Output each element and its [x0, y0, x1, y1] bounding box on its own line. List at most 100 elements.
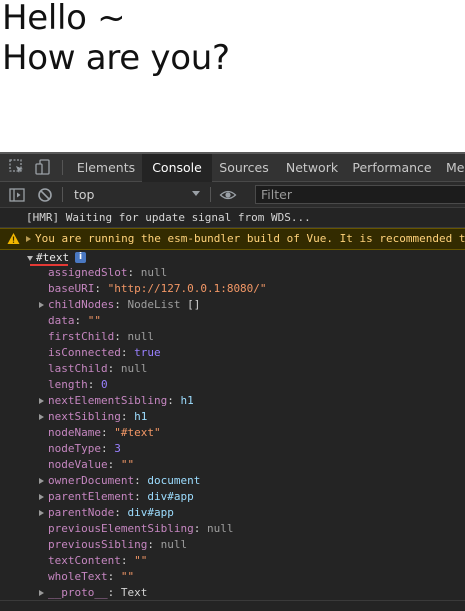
- devtools-tab-bar: Elements Console Sources Network Perform…: [0, 154, 465, 183]
- property-key: nextElementSibling: [48, 394, 168, 407]
- property-key: nextSibling: [48, 410, 121, 423]
- property-row[interactable]: nextElementSibling: h1: [0, 393, 465, 409]
- property-entry: nodeName: "#text": [48, 425, 161, 441]
- property-entry: ownerDocument: document: [48, 473, 200, 489]
- info-icon[interactable]: i: [75, 252, 86, 263]
- property-key: baseURI: [48, 282, 95, 295]
- device-toolbar-icon[interactable]: [34, 158, 52, 176]
- property-value: null: [140, 266, 168, 279]
- property-colon: :: [134, 474, 148, 487]
- property-row: previousSibling: null: [0, 537, 465, 553]
- property-row: nodeName: "#text": [0, 425, 465, 441]
- tab-network[interactable]: Network: [282, 154, 342, 181]
- property-value: NodeList: [127, 298, 181, 311]
- property-key: childNodes: [48, 298, 115, 311]
- property-colon: :: [127, 266, 141, 279]
- property-entry: nodeValue: "": [48, 457, 134, 473]
- console-prompt[interactable]: [0, 600, 465, 611]
- property-key: lastChild: [48, 362, 108, 375]
- context-value: top: [74, 187, 95, 202]
- property-row: firstChild: null: [0, 329, 465, 345]
- expand-caret-icon[interactable]: [39, 478, 44, 484]
- property-row[interactable]: parentNode: div#app: [0, 505, 465, 521]
- property-row: isConnected: true: [0, 345, 465, 361]
- tab-memory[interactable]: Me: [446, 154, 465, 181]
- property-value: h1: [180, 394, 194, 407]
- property-row[interactable]: __proto__: Text: [0, 585, 465, 601]
- property-entry: __proto__: Text: [48, 585, 147, 601]
- expand-caret-icon[interactable]: [39, 398, 44, 404]
- property-entry: parentElement: div#app: [48, 489, 194, 505]
- expand-caret-icon[interactable]: [26, 236, 31, 242]
- property-colon: :: [87, 378, 101, 391]
- property-entry: firstChild: null: [48, 329, 154, 345]
- page-heading-hello: Hello ~: [2, 0, 126, 38]
- property-entry: previousElementSibling: null: [48, 521, 233, 537]
- property-value: null: [120, 362, 148, 375]
- property-colon: :: [94, 282, 108, 295]
- property-value-extra: []: [180, 298, 201, 311]
- property-colon: :: [134, 490, 148, 503]
- property-key: __proto__: [48, 586, 108, 599]
- context-selector[interactable]: top: [70, 185, 205, 204]
- property-value: 3: [114, 442, 121, 455]
- tab-console[interactable]: Console: [142, 154, 212, 183]
- property-colon: :: [120, 554, 135, 567]
- property-colon: :: [107, 570, 121, 583]
- property-value: 0: [101, 378, 108, 391]
- property-colon: :: [107, 586, 121, 599]
- property-entry: previousSibling: null: [48, 537, 187, 553]
- toolbar-separator: [62, 187, 63, 202]
- tab-performance[interactable]: Performance: [352, 154, 432, 181]
- property-entry: assignedSlot: null: [48, 265, 167, 281]
- expand-caret-icon[interactable]: [39, 510, 44, 516]
- property-key: isConnected: [48, 346, 121, 359]
- property-value: true: [134, 346, 161, 359]
- tree-root-row[interactable]: #text i: [0, 250, 465, 266]
- property-entry: nextElementSibling: h1: [48, 393, 194, 409]
- property-key: firstChild: [48, 330, 115, 343]
- collapse-caret-icon[interactable]: [27, 256, 33, 261]
- expand-caret-icon[interactable]: [39, 302, 44, 308]
- clear-console-icon[interactable]: [36, 186, 54, 204]
- property-row: wholeText: "": [0, 569, 465, 585]
- object-inspector-tree: #text i assignedSlot: null baseURI: "http…: [0, 250, 465, 600]
- property-colon: :: [100, 442, 115, 455]
- property-entry: childNodes: NodeList []: [48, 297, 200, 313]
- property-row: baseURI: "http://127.0.0.1:8080/": [0, 281, 465, 297]
- console-filter-input[interactable]: [255, 185, 465, 204]
- property-value: "": [134, 554, 148, 567]
- property-value: Text: [120, 586, 148, 599]
- console-message-warning[interactable]: You are running the esm-bundler build of…: [0, 228, 465, 250]
- expand-caret-icon[interactable]: [39, 414, 44, 420]
- property-row[interactable]: nextSibling: h1: [0, 409, 465, 425]
- tab-separator: [62, 160, 63, 175]
- property-colon: :: [114, 298, 128, 311]
- inspect-element-icon[interactable]: [8, 158, 26, 176]
- property-colon: :: [120, 346, 135, 359]
- property-key: ownerDocument: [48, 474, 135, 487]
- property-row: data: "": [0, 313, 465, 329]
- property-key: previousElementSibling: [48, 522, 194, 535]
- expand-caret-icon[interactable]: [39, 494, 44, 500]
- tab-sources[interactable]: Sources: [214, 154, 274, 181]
- property-row[interactable]: parentElement: div#app: [0, 489, 465, 505]
- console-sidebar-icon[interactable]: [8, 186, 26, 204]
- property-key: nodeName: [48, 426, 101, 439]
- property-row: length: 0: [0, 377, 465, 393]
- property-key: parentNode: [48, 506, 115, 519]
- property-key: wholeText: [48, 570, 108, 583]
- expand-caret-icon[interactable]: [39, 590, 44, 596]
- console-message-hmr: [HMR] Waiting for update signal from WDS…: [0, 208, 465, 228]
- tab-elements[interactable]: Elements: [72, 154, 140, 181]
- property-row[interactable]: childNodes: NodeList []: [0, 297, 465, 313]
- property-entry: lastChild: null: [48, 361, 147, 377]
- property-entry: baseURI: "http://127.0.0.1:8080/": [48, 281, 267, 297]
- property-row[interactable]: ownerDocument: document: [0, 473, 465, 489]
- property-key: length: [48, 378, 88, 391]
- property-row: previousElementSibling: null: [0, 521, 465, 537]
- live-expression-icon[interactable]: [219, 186, 237, 204]
- property-key: data: [48, 314, 75, 327]
- toolbar-separator: [210, 187, 211, 202]
- property-row: nodeType: 3: [0, 441, 465, 457]
